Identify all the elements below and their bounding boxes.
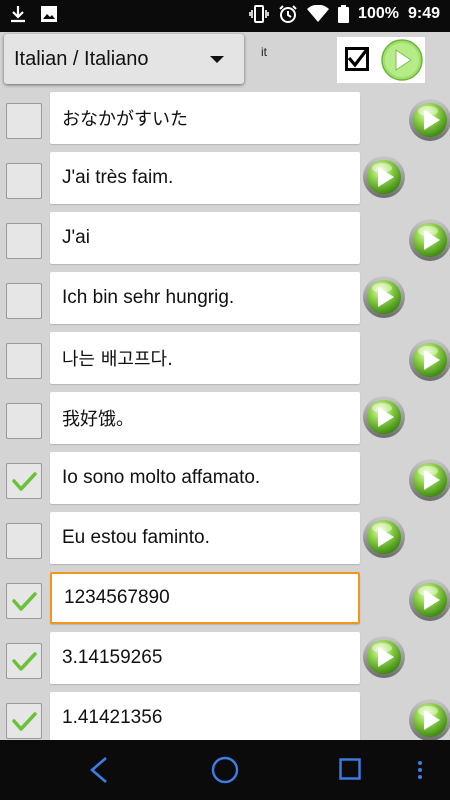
- list-item: Ich bin sehr hungrig.: [0, 268, 450, 328]
- phrase-text-field[interactable]: 3.14159265: [50, 632, 360, 684]
- checkmark-icon: [12, 652, 37, 671]
- row-checkbox[interactable]: [6, 463, 42, 499]
- phrase-text-field[interactable]: 나는 배고프다.: [50, 332, 360, 384]
- row-checkbox[interactable]: [6, 343, 42, 379]
- play-icon[interactable]: [362, 155, 406, 199]
- phrase-text-field[interactable]: 我好饿。: [50, 392, 360, 444]
- phrase-text-field[interactable]: 1.41421356: [50, 692, 360, 740]
- play-icon[interactable]: [362, 515, 406, 559]
- clock: 9:49: [407, 5, 440, 22]
- download-icon: [8, 4, 28, 24]
- navigation-bar: [0, 740, 450, 800]
- list-item: 1.41421356: [0, 688, 450, 740]
- recents-icon[interactable]: [339, 758, 361, 785]
- play-icon[interactable]: [408, 218, 450, 262]
- phrase-text-field[interactable]: Eu estou faminto.: [50, 512, 360, 564]
- list-item: おなかがすいた: [0, 88, 450, 148]
- language-code: it: [261, 45, 267, 59]
- dropdown-arrow-icon: [210, 56, 224, 63]
- image-icon: [40, 5, 58, 23]
- list-item: J'ai: [0, 208, 450, 268]
- select-all-checkbox-icon[interactable]: [345, 47, 370, 71]
- play-all-icon[interactable]: [381, 39, 423, 81]
- row-checkbox[interactable]: [6, 283, 42, 319]
- phrase-text-field[interactable]: Io sono molto affamato.: [50, 452, 360, 504]
- checkmark-icon: [12, 472, 37, 491]
- row-checkbox[interactable]: [6, 523, 42, 559]
- phrase-text-field[interactable]: おなかがすいた: [50, 92, 360, 144]
- row-checkbox[interactable]: [6, 703, 42, 739]
- list-item: 나는 배고프다.: [0, 328, 450, 388]
- alarm-icon: [278, 4, 298, 24]
- language-label: Italian / Italiano: [14, 47, 149, 70]
- list-item: J'ai très faim.: [0, 148, 450, 208]
- play-icon[interactable]: [408, 98, 450, 142]
- battery-icon: [338, 5, 350, 23]
- list-item: 3.14159265: [0, 628, 450, 688]
- play-icon[interactable]: [408, 338, 450, 382]
- checkmark-icon: [12, 712, 37, 731]
- row-checkbox[interactable]: [6, 223, 42, 259]
- row-checkbox[interactable]: [6, 643, 42, 679]
- status-bar: 100% 9:49: [0, 0, 450, 32]
- battery-percent: 100%: [358, 5, 399, 22]
- play-icon[interactable]: [362, 275, 406, 319]
- phrase-text-field[interactable]: J'ai très faim.: [50, 152, 360, 204]
- play-icon[interactable]: [408, 458, 450, 502]
- phrase-list: おなかがすいた J'ai très faim. J'ai Ich bin sehr h…: [0, 88, 450, 740]
- phrase-text-field[interactable]: J'ai: [50, 212, 360, 264]
- list-item: 我好饿。: [0, 388, 450, 448]
- checkmark-icon: [12, 592, 37, 611]
- list-item: 1234567890: [0, 568, 450, 628]
- row-checkbox[interactable]: [6, 583, 42, 619]
- list-item: Io sono molto affamato.: [0, 448, 450, 508]
- toolbar: Italian / Italiano it: [0, 32, 450, 88]
- back-icon[interactable]: [88, 756, 112, 789]
- play-icon[interactable]: [408, 578, 450, 622]
- play-icon[interactable]: [362, 395, 406, 439]
- more-icon[interactable]: [417, 760, 423, 785]
- phrase-text-field[interactable]: Ich bin sehr hungrig.: [50, 272, 360, 324]
- play-icon[interactable]: [408, 698, 450, 740]
- row-checkbox[interactable]: [6, 163, 42, 199]
- home-icon[interactable]: [211, 756, 239, 789]
- row-checkbox[interactable]: [6, 403, 42, 439]
- language-dropdown[interactable]: Italian / Italiano: [4, 34, 244, 84]
- vibrate-icon: [249, 4, 269, 24]
- row-checkbox[interactable]: [6, 103, 42, 139]
- phrase-text-field[interactable]: 1234567890: [50, 572, 360, 624]
- play-icon[interactable]: [362, 635, 406, 679]
- top-actions: [337, 37, 425, 83]
- wifi-icon: [307, 5, 330, 23]
- list-item: Eu estou faminto.: [0, 508, 450, 568]
